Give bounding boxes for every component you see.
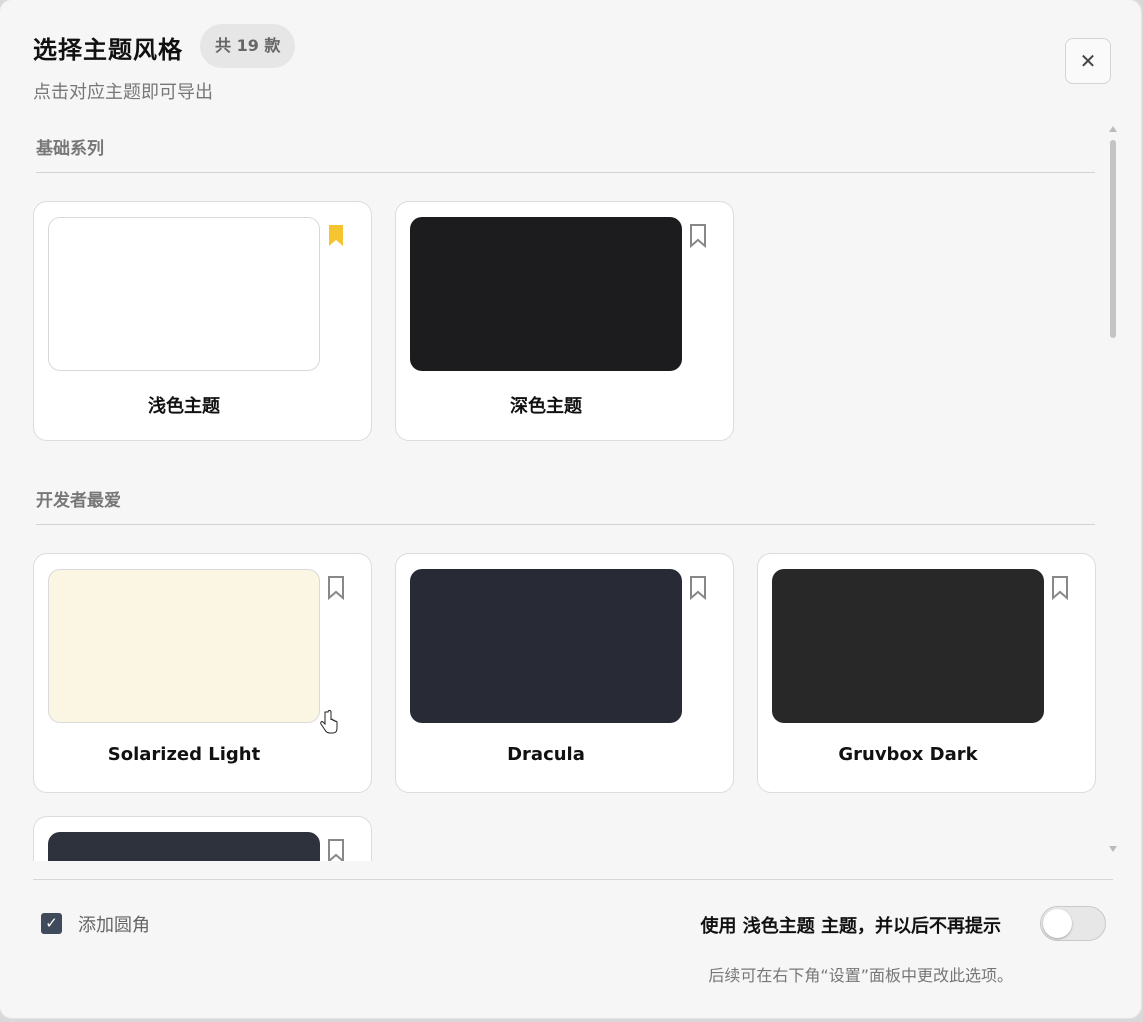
bookmark-icon[interactable] — [327, 838, 345, 861]
theme-preview-swatch — [48, 569, 320, 723]
theme-card-dark[interactable]: 深色主题 — [395, 201, 734, 441]
rounded-corners-label[interactable]: 添加圆角 — [78, 911, 150, 937]
theme-card-partial[interactable] — [33, 816, 372, 861]
hand-cursor-icon — [320, 710, 338, 734]
theme-preview-swatch — [48, 832, 320, 861]
theme-picker-dialog: 选择主题风格 共 19 款 点击对应主题即可导出 ✕ 基础系列 浅色主题 深色主… — [0, 0, 1141, 1018]
theme-preview-swatch — [48, 217, 320, 371]
footer-divider — [33, 879, 1113, 880]
theme-count-badge: 共 19 款 — [200, 24, 296, 68]
bookmark-icon[interactable] — [689, 223, 707, 249]
dont-ask-again-toggle[interactable] — [1040, 906, 1106, 941]
checkmark-icon: ✓ — [45, 914, 58, 932]
theme-card-light[interactable]: 浅色主题 — [33, 201, 372, 441]
theme-name: Solarized Light — [107, 744, 261, 765]
bookmark-icon[interactable] — [689, 575, 707, 601]
scroll-up-arrow-icon[interactable] — [1109, 126, 1117, 132]
theme-preview-swatch — [410, 569, 682, 723]
vertical-scrollbar[interactable] — [1107, 124, 1121, 856]
theme-name: Dracula — [507, 744, 585, 765]
theme-card-solarized-light[interactable]: Solarized Light — [33, 553, 372, 793]
bookmark-icon[interactable] — [327, 223, 345, 249]
theme-preview-swatch — [410, 217, 682, 371]
section-divider — [36, 172, 1095, 173]
settings-hint: 后续可在右下角“设置”面板中更改此选项。 — [708, 966, 1013, 985]
theme-name: Gruvbox Dark — [838, 744, 978, 765]
bookmark-icon[interactable] — [327, 575, 345, 601]
theme-name: 浅色主题 — [148, 396, 220, 417]
scrollbar-thumb[interactable] — [1110, 140, 1116, 338]
theme-card-gruvbox-dark[interactable]: Gruvbox Dark — [757, 553, 1096, 793]
dialog-title: 选择主题风格 — [33, 36, 183, 64]
bookmark-icon[interactable] — [1051, 575, 1069, 601]
theme-card-dracula[interactable]: Dracula — [395, 553, 734, 793]
close-button[interactable]: ✕ — [1065, 38, 1111, 84]
scroll-down-arrow-icon[interactable] — [1109, 846, 1117, 852]
close-icon: ✕ — [1079, 49, 1097, 73]
section-title-basic: 基础系列 — [36, 139, 104, 159]
dialog-subtitle: 点击对应主题即可导出 — [33, 82, 213, 103]
theme-preview-swatch — [772, 569, 1044, 723]
use-theme-prompt: 使用 浅色主题 主题，并以后不再提示 — [700, 916, 1001, 937]
toggle-knob — [1043, 909, 1072, 938]
theme-name: 深色主题 — [510, 396, 582, 417]
section-title-developer: 开发者最爱 — [36, 491, 121, 511]
rounded-corners-checkbox[interactable]: ✓ — [41, 913, 62, 934]
theme-list[interactable]: 基础系列 浅色主题 深色主题 开发者最爱 Solarized Light Dra… — [0, 118, 1105, 861]
section-divider — [36, 524, 1095, 525]
